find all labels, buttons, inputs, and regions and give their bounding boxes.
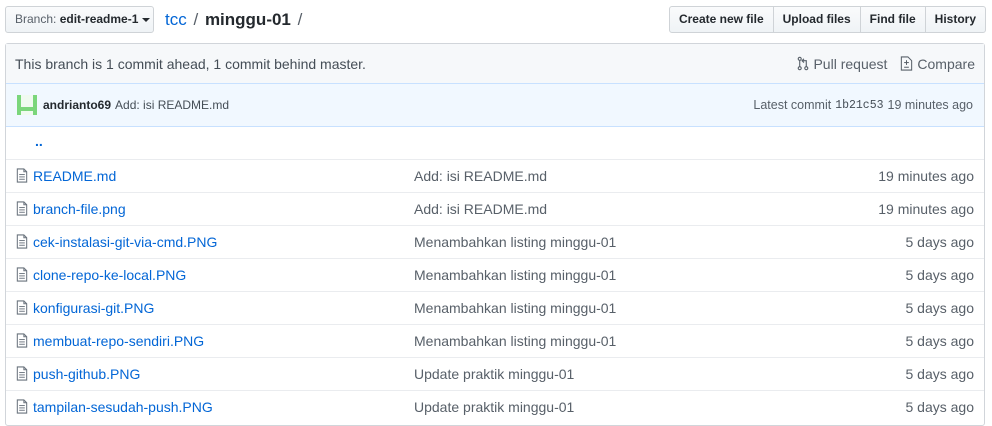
file-commit-message-link[interactable]: Update praktik minggu-01 (414, 366, 574, 382)
file-commit-age: 19 minutes ago (878, 201, 974, 217)
caret-down-icon (142, 17, 151, 22)
pull-request-link[interactable]: Pull request (797, 56, 887, 72)
file-commit-message-link[interactable]: Menambahkan listing minggu-01 (414, 267, 616, 283)
file-commit-message-link[interactable]: Menambahkan listing minggu-01 (414, 234, 616, 250)
git-pull-request-icon (798, 56, 809, 71)
pull-request-label: Pull request (813, 55, 888, 72)
compare-link[interactable]: Compare (900, 56, 975, 72)
file-list: README.md Add: isi README.md 19 minutes … (6, 160, 984, 425)
breadcrumb-current-folder: minggu-01 (204, 10, 291, 29)
breadcrumb-separator: / (193, 10, 199, 29)
file-icon (16, 234, 28, 249)
file-icon (16, 399, 28, 414)
branch-prefix: Branch: (15, 12, 60, 26)
identicon-avatar[interactable] (17, 95, 37, 115)
file-row: README.md Add: isi README.md 19 minutes … (6, 160, 984, 193)
file-name-link[interactable]: push-github.PNG (33, 366, 140, 382)
file-commit-message-link[interactable]: Update praktik minggu-01 (414, 399, 574, 415)
file-icon (16, 333, 28, 348)
file-row: cek-instalasi-git-via-cmd.PNG Menambahka… (6, 226, 984, 259)
file-icon (16, 201, 28, 216)
file-commit-age: 5 days ago (905, 399, 975, 415)
file-commit-message-link[interactable]: Menambahkan listing minggu-01 (414, 300, 616, 316)
file-commit-age: 5 days ago (905, 234, 975, 250)
parent-directory-link[interactable]: .. (35, 133, 43, 149)
file-name-link[interactable]: branch-file.png (33, 201, 126, 217)
branch-infobar: This branch is 1 commit ahead, 1 commit … (6, 44, 984, 84)
breadcrumb-separator: / (297, 10, 303, 29)
file-commit-age: 5 days ago (905, 366, 975, 382)
file-name-link[interactable]: cek-instalasi-git-via-cmd.PNG (33, 234, 217, 250)
file-browser-panel: This branch is 1 commit ahead, 1 commit … (5, 43, 985, 426)
parent-directory-row: .. (6, 127, 984, 160)
breadcrumb: tcc / minggu-01 / (165, 8, 304, 32)
file-commit-age: 5 days ago (905, 267, 975, 283)
find-file-button[interactable]: Find file (859, 6, 926, 33)
history-button[interactable]: History (924, 6, 986, 33)
file-commit-age: 5 days ago (905, 333, 975, 349)
file-row: clone-repo-ke-local.PNG Menambahkan list… (6, 259, 984, 292)
latest-commit-label: Latest commit (753, 98, 832, 112)
breadcrumb-repo-link[interactable]: tcc (165, 10, 187, 29)
file-row: konfigurasi-git.PNG Menambahkan listing … (6, 292, 984, 325)
file-row: membuat-repo-sendiri.PNG Menambahkan lis… (6, 325, 984, 358)
file-row: push-github.PNG Update praktik minggu-01… (6, 358, 984, 391)
file-commit-age: 19 minutes ago (878, 168, 974, 184)
file-icon (16, 168, 28, 183)
file-icon (16, 366, 28, 381)
file-name-link[interactable]: README.md (33, 168, 116, 184)
file-icon (16, 300, 28, 315)
commit-age: 19 minutes ago (887, 98, 973, 112)
file-name-link[interactable]: clone-repo-ke-local.PNG (33, 267, 186, 283)
commit-message-link[interactable]: Add: isi README.md (115, 98, 753, 112)
latest-commit-bar: andrianto69 Add: isi README.md Latest co… (6, 84, 984, 127)
file-commit-message-link[interactable]: Add: isi README.md (414, 201, 547, 217)
branch-name: edit-readme-1 (59, 12, 139, 26)
file-row: branch-file.png Add: isi README.md 19 mi… (6, 193, 984, 226)
file-name-link[interactable]: konfigurasi-git.PNG (33, 300, 154, 316)
file-commit-message-link[interactable]: Add: isi README.md (414, 168, 547, 184)
file-icon (16, 267, 28, 282)
file-row: tampilan-sesudah-push.PNG Update praktik… (6, 391, 984, 425)
file-name-link[interactable]: tampilan-sesudah-push.PNG (33, 399, 213, 415)
file-actions: Create new file Upload files Find file H… (668, 6, 986, 33)
file-name-link[interactable]: membuat-repo-sendiri.PNG (33, 333, 204, 349)
commit-author-link[interactable]: andrianto69 (43, 98, 111, 112)
file-commit-message-link[interactable]: Menambahkan listing minggu-01 (414, 333, 616, 349)
upload-files-button[interactable]: Upload files (772, 6, 861, 33)
branch-select-button[interactable]: Branch: edit-readme-1 (5, 6, 154, 33)
commit-sha-link[interactable]: 1b21c53 (835, 99, 883, 112)
create-new-file-button[interactable]: Create new file (668, 6, 774, 33)
branch-status-text: This branch is 1 commit ahead, 1 commit … (15, 55, 366, 72)
diff-icon (901, 56, 913, 71)
compare-label: Compare (917, 55, 975, 72)
file-navigation: Branch: edit-readme-1 tcc / minggu-01 / … (0, 0, 992, 42)
file-commit-age: 5 days ago (905, 300, 975, 316)
